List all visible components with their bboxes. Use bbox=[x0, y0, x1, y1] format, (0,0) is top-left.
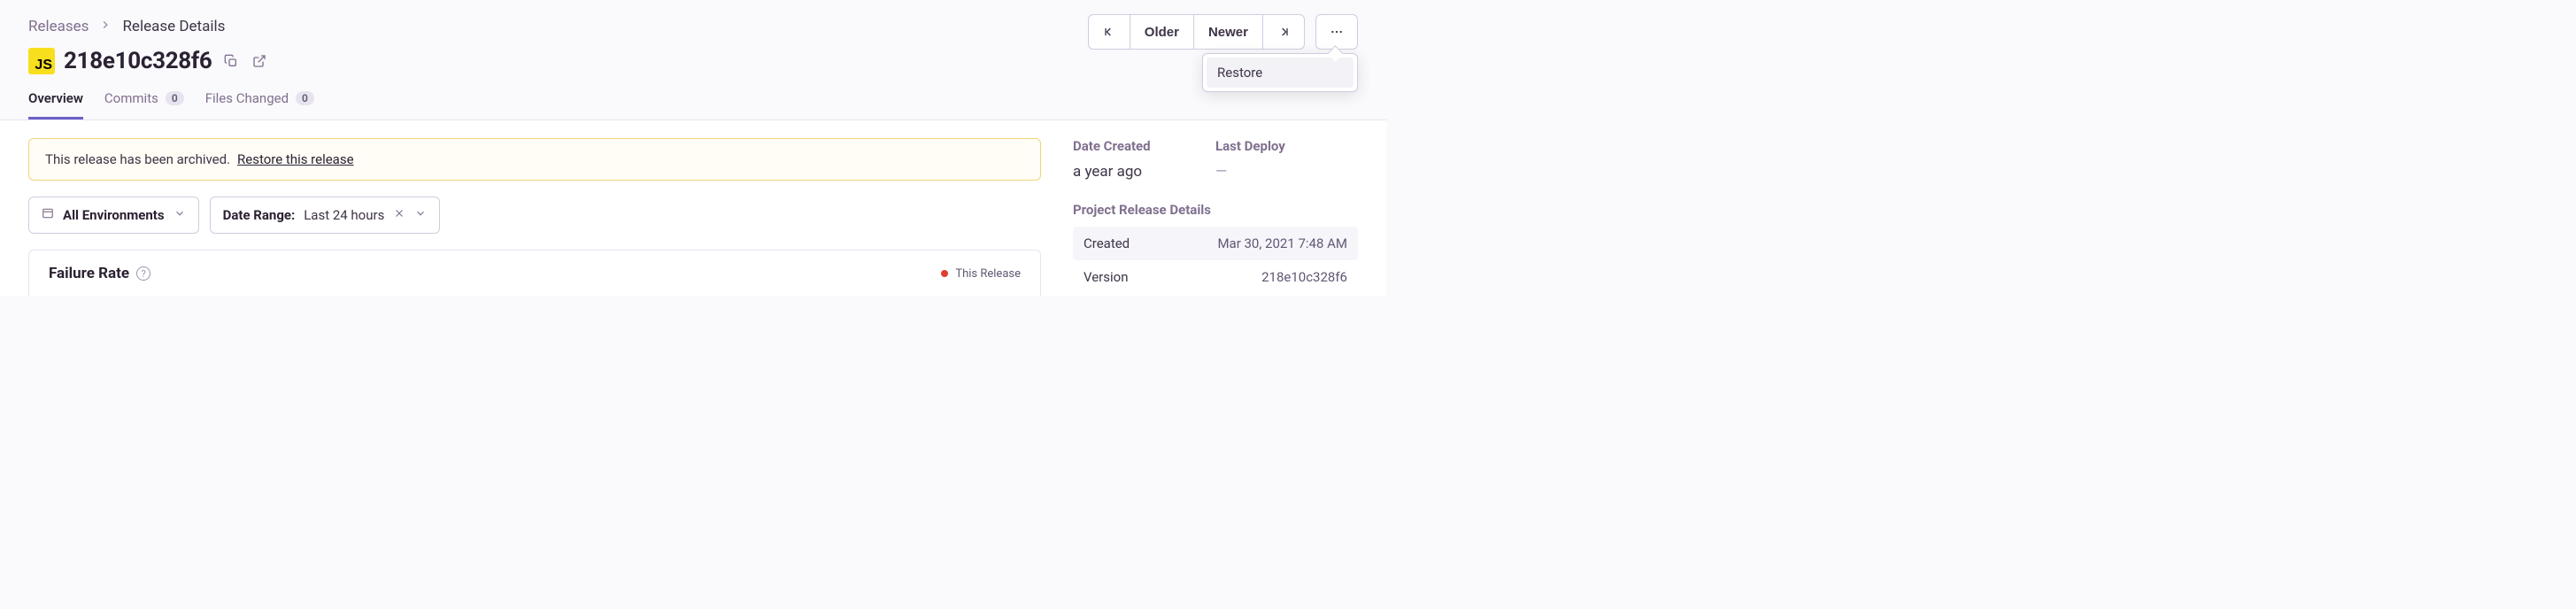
chevron-down-icon bbox=[414, 207, 427, 223]
chart-legend: This Release bbox=[941, 267, 1021, 281]
page-title-row: JS 218e10c328f6 bbox=[28, 48, 1358, 74]
restore-action[interactable]: Restore bbox=[1207, 58, 1354, 88]
pagination-controls: Older Newer bbox=[1088, 14, 1358, 50]
breadcrumb-current: Release Details bbox=[122, 18, 225, 35]
older-button[interactable]: Older bbox=[1130, 14, 1194, 50]
release-sidebar: Date Created a year ago Last Deploy — Pr… bbox=[1059, 120, 1386, 297]
environment-filter[interactable]: All Environments bbox=[28, 197, 199, 234]
oldest-button[interactable] bbox=[1088, 14, 1130, 50]
failure-rate-panel: Failure Rate ? This Release bbox=[28, 250, 1041, 297]
legend-label: This Release bbox=[955, 267, 1021, 281]
more-actions-dropdown: Restore bbox=[1202, 53, 1358, 92]
date-range-label: Date Range: bbox=[223, 207, 296, 223]
date-range-filter[interactable]: Date Range: Last 24 hours bbox=[210, 197, 441, 234]
detail-row-version: Version 218e10c328f6 bbox=[1073, 260, 1358, 294]
restore-release-link[interactable]: Restore this release bbox=[237, 151, 354, 167]
newer-button[interactable]: Newer bbox=[1193, 14, 1263, 50]
legend-dot-icon bbox=[941, 270, 948, 277]
project-release-details-heading: Project Release Details bbox=[1073, 202, 1358, 218]
detail-row-created: Created Mar 30, 2021 7:48 AM bbox=[1073, 227, 1358, 260]
archived-alert: This release has been archived. Restore … bbox=[28, 138, 1041, 181]
help-icon[interactable]: ? bbox=[136, 266, 150, 281]
date-range-value: Last 24 hours bbox=[304, 207, 384, 223]
platform-badge: JS bbox=[28, 48, 55, 74]
newest-button[interactable] bbox=[1262, 14, 1305, 50]
panel-title-text: Failure Rate bbox=[49, 265, 129, 282]
detail-key: Created bbox=[1084, 235, 1130, 251]
date-created-value: a year ago bbox=[1073, 163, 1215, 181]
filter-bar: All Environments Date Range: Last 24 hou… bbox=[28, 197, 1041, 234]
last-deploy-value: — bbox=[1215, 163, 1358, 181]
detail-key: Version bbox=[1084, 269, 1129, 285]
tab-overview[interactable]: Overview bbox=[28, 90, 83, 119]
chevron-down-icon bbox=[174, 207, 186, 223]
date-created-heading: Date Created bbox=[1073, 138, 1215, 154]
project-release-details-list: Created Mar 30, 2021 7:48 AM Version 218… bbox=[1073, 227, 1358, 294]
files-changed-count-badge: 0 bbox=[296, 91, 314, 105]
copy-icon[interactable] bbox=[221, 51, 241, 71]
tab-label: Commits bbox=[104, 90, 158, 106]
tab-label: Files Changed bbox=[205, 90, 289, 106]
last-deploy-heading: Last Deploy bbox=[1215, 138, 1358, 154]
clear-date-range-icon[interactable] bbox=[393, 207, 405, 223]
tab-files-changed[interactable]: Files Changed 0 bbox=[205, 90, 314, 119]
window-icon bbox=[42, 207, 54, 223]
breadcrumb-parent[interactable]: Releases bbox=[28, 18, 89, 35]
environment-filter-label: All Environments bbox=[63, 207, 165, 223]
tabs: Overview Commits 0 Files Changed 0 bbox=[28, 90, 1358, 119]
commits-count-badge: 0 bbox=[166, 91, 184, 105]
chevron-right-icon bbox=[99, 18, 112, 35]
external-link-icon[interactable] bbox=[250, 51, 269, 71]
detail-value: 218e10c328f6 bbox=[1261, 269, 1347, 285]
tab-label: Overview bbox=[28, 90, 83, 106]
more-actions-button[interactable] bbox=[1315, 14, 1358, 50]
release-version-title: 218e10c328f6 bbox=[64, 48, 212, 74]
tab-commits[interactable]: Commits 0 bbox=[104, 90, 184, 119]
detail-value: Mar 30, 2021 7:48 AM bbox=[1217, 235, 1347, 251]
alert-message: This release has been archived. bbox=[45, 151, 230, 167]
